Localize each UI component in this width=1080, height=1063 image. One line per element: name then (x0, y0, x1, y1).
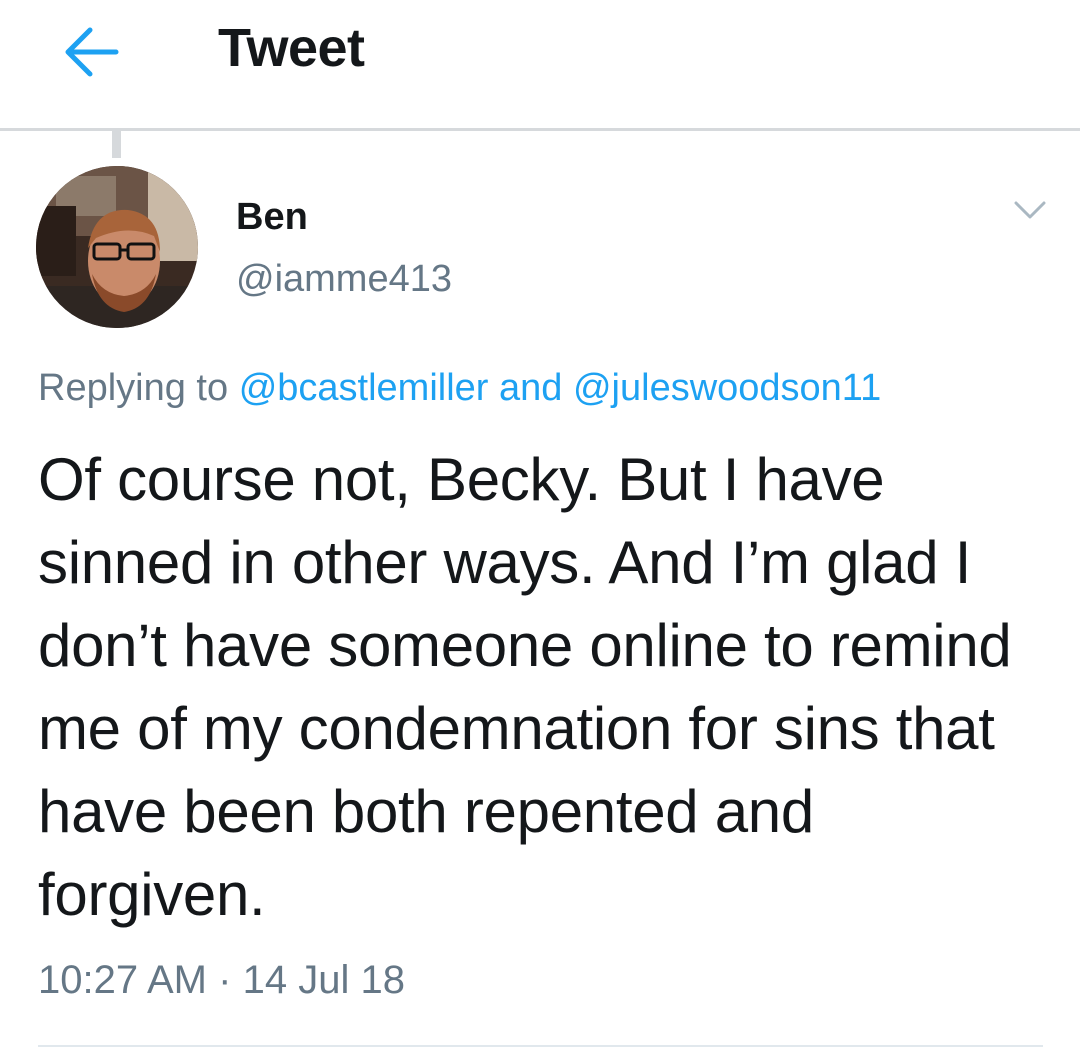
mention-link[interactable]: @bcastlemiller (239, 367, 489, 409)
back-button[interactable] (56, 22, 126, 82)
author-display-name[interactable]: Ben (236, 196, 308, 239)
timestamp-separator: · (218, 958, 232, 1002)
replying-prefix: Replying to (38, 367, 229, 409)
chevron-down-icon (1014, 201, 1046, 219)
mention-link[interactable]: @juleswoodson11 (573, 367, 881, 409)
mention-conjunction[interactable]: and (499, 367, 562, 409)
avatar[interactable] (36, 166, 198, 328)
tweet-timestamp: 10:27 AM · 14 Jul 18 (38, 958, 405, 1003)
top-app-bar: Tweet (0, 0, 1080, 131)
arrow-left-icon (65, 27, 119, 77)
tweet-date: 14 Jul 18 (242, 958, 405, 1002)
tweet-text: Of course not, Becky. But I have sinned … (38, 446, 1012, 928)
author-handle[interactable]: @iamme413 (236, 258, 452, 301)
tweet-menu-button[interactable] (1010, 196, 1050, 224)
divider (38, 1045, 1043, 1047)
avatar-photo (36, 166, 198, 328)
thread-connector-line (112, 131, 121, 158)
page-title: Tweet (218, 18, 365, 78)
replying-to-line: Replying to @bcastlemiller and @juleswoo… (38, 367, 881, 410)
tweet-time: 10:27 AM (38, 958, 208, 1002)
